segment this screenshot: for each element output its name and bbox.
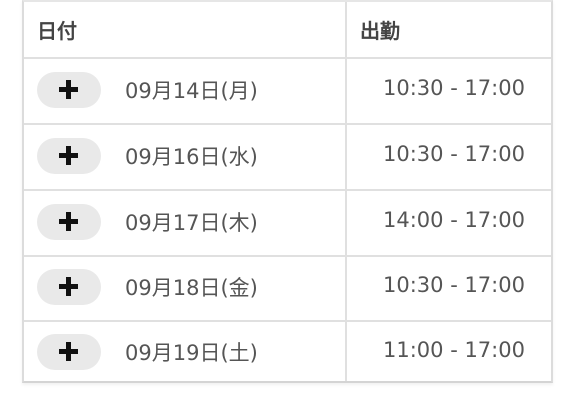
schedule-table: 日付 出勤 09月14日(月) 10:30 - 17:00 09月16日(水) …: [22, 0, 553, 383]
add-button[interactable]: [37, 334, 101, 370]
table-row: 09月19日(土) 11:00 - 17:00: [24, 321, 551, 385]
table-row: 09月16日(水) 10:30 - 17:00: [24, 125, 551, 191]
row-time: 11:00 - 17:00: [383, 338, 525, 362]
table-row: 09月17日(木) 14:00 - 17:00: [24, 191, 551, 257]
add-button[interactable]: [37, 269, 101, 305]
row-time: 10:30 - 17:00: [383, 273, 525, 297]
row-date: 09月14日(月): [125, 79, 258, 103]
table-row: 09月14日(月) 10:30 - 17:00: [24, 59, 551, 125]
header-work: 出勤: [360, 19, 400, 43]
row-date: 09月17日(木): [125, 211, 258, 235]
add-button[interactable]: [37, 138, 101, 174]
row-time: 10:30 - 17:00: [383, 76, 525, 100]
row-date: 09月18日(金): [125, 276, 258, 300]
header-date: 日付: [37, 19, 77, 43]
table-row: 09月18日(金) 10:30 - 17:00: [24, 256, 551, 322]
add-button[interactable]: [37, 72, 101, 108]
row-date: 09月19日(土): [125, 341, 258, 365]
table-header: 日付 出勤: [24, 2, 551, 59]
add-button[interactable]: [37, 204, 101, 240]
row-date: 09月16日(水): [125, 145, 258, 169]
row-time: 10:30 - 17:00: [383, 142, 525, 166]
row-time: 14:00 - 17:00: [383, 208, 525, 232]
